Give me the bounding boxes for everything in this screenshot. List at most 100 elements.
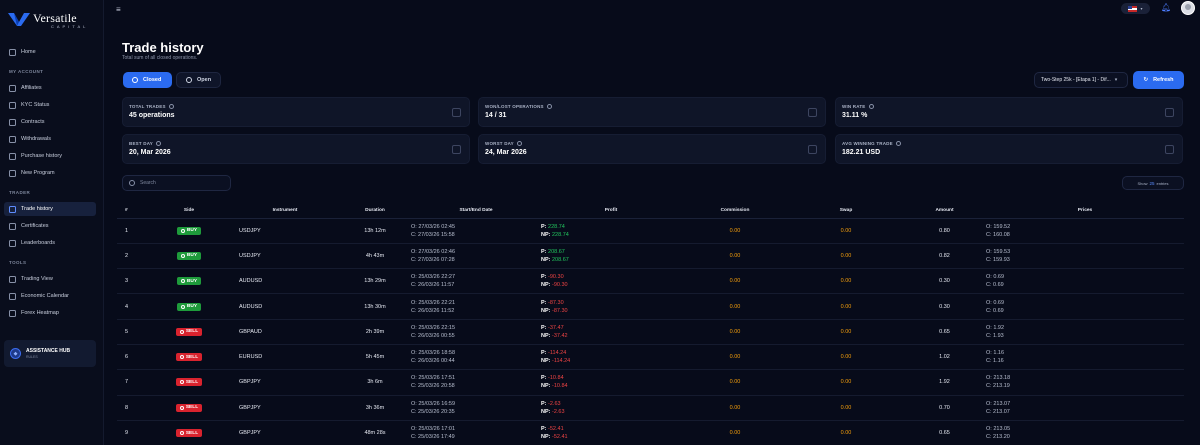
table-header-row: # Side Instrument Duration Start/End Dat…	[117, 203, 1184, 219]
dates: O: 25/03/26 17:51 C: 25/03/26 20:58	[411, 369, 541, 396]
brand-name: Versatile	[33, 11, 77, 25]
calendar-icon	[9, 292, 16, 300]
dates: O: 25/03/26 17:01 C: 25/03/26 17:49	[411, 420, 541, 445]
logo-icon	[8, 13, 30, 26]
info-icon[interactable]	[868, 104, 874, 109]
search-input[interactable]: Search	[122, 175, 231, 191]
table-row[interactable]: 2 BUY USDJPY 4h 43m O: 27/03/26 02:46 C: 27/0…	[117, 243, 1184, 270]
tab-open[interactable]: Open	[176, 72, 221, 88]
search-icon	[129, 180, 135, 186]
col-duration[interactable]: Duration	[339, 203, 411, 219]
swap: 0.00	[789, 268, 903, 295]
dates: O: 25/03/26 18:58 C: 26/03/26 00:44	[411, 344, 541, 371]
sidebar-item-purchase-history[interactable]: Purchase history	[4, 149, 96, 163]
amount: 0.70	[903, 395, 986, 421]
stat-won-lost: WON/LOST OPERATIONS 14 / 31	[478, 97, 826, 127]
side-cell: BUY	[147, 218, 231, 244]
gross-profit: -52.41	[548, 426, 564, 433]
info-icon[interactable]	[516, 141, 522, 146]
table-row[interactable]: 1 BUY USDJPY 13h 12m O: 27/03/26 02:45 C: 27/…	[117, 218, 1184, 244]
sidebar-item-trade-history[interactable]: Trade history	[4, 202, 96, 216]
sidebar-item-leaderboards[interactable]: Leaderboards	[4, 236, 96, 250]
table-row[interactable]: 9 SELL GBPJPY 48m 28s O: 25/03/26 17:01 C: 25…	[117, 420, 1184, 445]
side-badge: BUY	[176, 251, 202, 260]
page-subtitle: Total sum of all closed operations.	[122, 55, 198, 61]
gross-profit: -87.30	[548, 299, 564, 306]
refresh-button[interactable]: ↻ Refresh	[1133, 71, 1184, 89]
stat-worst-day: WORST DAY 24, Mar 2026	[478, 134, 826, 164]
profit: P: -87.30 NP: -87.30	[541, 293, 681, 320]
col-instrument[interactable]: Instrument	[231, 203, 339, 219]
side-badge: SELL	[175, 403, 203, 412]
trophy-icon	[9, 239, 16, 247]
col-side[interactable]: Side	[147, 203, 231, 219]
col-commission[interactable]: Commission	[681, 203, 789, 219]
side-badge: BUY	[176, 277, 202, 286]
table-row[interactable]: 6 SELL EURUSD 5h 45m O: 25/03/26 18:58 C: 26/…	[117, 344, 1184, 371]
swap: 0.00	[789, 420, 903, 445]
info-icon[interactable]	[895, 141, 901, 146]
sidebar-item-affiliates[interactable]: Affiliates	[4, 81, 96, 95]
amount: 0.65	[903, 319, 986, 345]
dates: O: 25/03/26 16:59 C: 25/03/26 20:35	[411, 395, 541, 421]
prices: O: 213.18 C: 213.19	[986, 369, 1184, 396]
net-profit: -90.30	[552, 282, 568, 289]
col-profit[interactable]: Profit	[541, 203, 681, 219]
sidebar-item-contracts[interactable]: Contracts	[4, 115, 96, 129]
bell-icon[interactable]: 🔔︎	[1161, 3, 1171, 12]
sidebar-item-new-program[interactable]: New Program	[4, 166, 96, 180]
table-row[interactable]: 5 SELL GBPAUD 2h 39m O: 25/03/26 22:15 C: 26/…	[117, 319, 1184, 345]
sidebar-item-forex-heatmap[interactable]: Forex Heatmap	[4, 306, 96, 320]
sell-icon	[179, 380, 184, 385]
trend-icon	[1165, 145, 1174, 154]
info-icon[interactable]	[155, 141, 161, 146]
table-row[interactable]: 8 SELL GBPJPY 3h 36m O: 25/03/26 16:59 C: 25/…	[117, 395, 1184, 421]
gross-profit: -114.24	[548, 350, 567, 357]
swap: 0.00	[789, 369, 903, 396]
sidebar-item-withdrawals[interactable]: Withdrawals	[4, 132, 96, 146]
table-row[interactable]: 3 BUY AUDUSD 13h 29m O: 25/03/26 22:27 C: 26/…	[117, 268, 1184, 295]
row-number: 2	[117, 243, 147, 270]
language-selector[interactable]: ▾	[1121, 3, 1150, 14]
sidebar-item-economic-calendar[interactable]: Economic Calendar	[4, 289, 96, 303]
entries-select[interactable]: Show 25 entries	[1122, 176, 1184, 190]
col-number[interactable]: #	[117, 203, 147, 219]
profit: P: 208.67 NP: 208.67	[541, 243, 681, 270]
duration: 13h 29m	[339, 268, 411, 295]
col-start-end-date[interactable]: Start/End Date	[411, 203, 541, 219]
info-icon[interactable]	[168, 104, 174, 109]
info-icon[interactable]	[546, 104, 552, 109]
sidebar-item-kyc[interactable]: KYC Status	[4, 98, 96, 112]
side-cell: SELL	[147, 344, 231, 371]
col-amount[interactable]: Amount	[903, 203, 986, 219]
avatar[interactable]	[1181, 1, 1195, 15]
dates: O: 25/03/26 22:27 C: 26/03/26 11:57	[411, 268, 541, 295]
commission: 0.00	[681, 268, 789, 295]
sidebar-item-certificates[interactable]: Certificates	[4, 219, 96, 233]
col-prices[interactable]: Prices	[986, 203, 1184, 219]
gross-profit: 208.67	[548, 248, 565, 255]
col-swap[interactable]: Swap	[789, 203, 903, 219]
buy-icon	[180, 304, 185, 309]
account-select[interactable]: Two-Step 25k - [Etapa 1] - Dif... ▾	[1034, 72, 1128, 88]
amount: 0.80	[903, 218, 986, 244]
gross-profit: -37.47	[548, 324, 564, 331]
brand-logo[interactable]: Versatile CAPITAL	[8, 12, 88, 30]
prices: O: 159.52 C: 160.08	[986, 218, 1184, 244]
menu-icon[interactable]: ≡	[116, 5, 121, 14]
instrument: EURUSD	[231, 344, 339, 371]
stat-best-day: BEST DAY 20, Mar 2026	[122, 134, 470, 164]
swap: 0.00	[789, 243, 903, 270]
sidebar-item-trading-view[interactable]: Trading View	[4, 272, 96, 286]
assistance-sub: RULES	[26, 355, 38, 359]
tab-closed[interactable]: Closed	[123, 72, 172, 88]
prices: O: 159.53 C: 159.93	[986, 243, 1184, 270]
side-badge: SELL	[175, 353, 203, 362]
assistance-hub[interactable]: ◆ ASSISTANCE HUB RULES	[4, 340, 96, 367]
support-icon: ◆	[10, 348, 21, 359]
table-row[interactable]: 4 BUY AUDUSD 13h 30m O: 25/03/26 22:21 C: 26/…	[117, 293, 1184, 320]
side-badge: SELL	[175, 327, 203, 336]
sidebar-item-home[interactable]: Home	[4, 45, 96, 59]
table-row[interactable]: 7 SELL GBPJPY 3h 6m O: 25/03/26 17:51 C: 25/0…	[117, 369, 1184, 396]
row-number: 9	[117, 420, 147, 445]
